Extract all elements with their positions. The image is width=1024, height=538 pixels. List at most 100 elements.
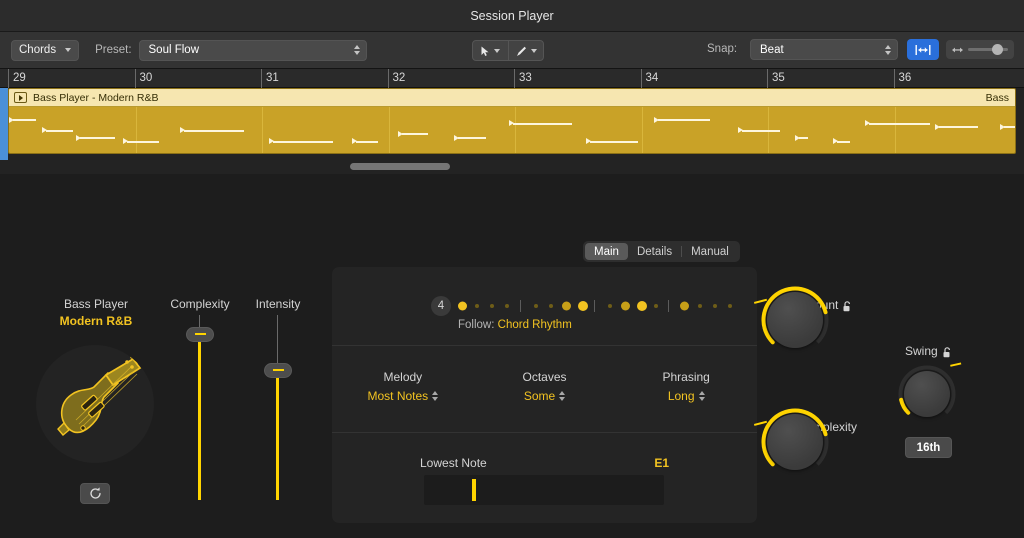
slider-handle[interactable] <box>186 326 214 342</box>
region-track-label: Bass <box>985 91 1009 104</box>
zoom-knob[interactable] <box>992 44 1003 55</box>
parameter-row: Melody Most Notes Octaves Some Phrasing … <box>332 370 757 405</box>
region-header[interactable]: Bass Player - Modern R&B Bass <box>9 89 1015 107</box>
lock-open-icon[interactable] <box>843 300 852 312</box>
midi-note-head <box>122 138 128 145</box>
chords-button[interactable]: Chords <box>11 39 80 61</box>
snap-label: Snap: <box>707 43 738 55</box>
beat-count-badge[interactable]: 4 <box>431 296 451 316</box>
lowest-note-slider[interactable] <box>424 475 664 505</box>
knob-body[interactable] <box>904 371 950 417</box>
ruler-bar-32: 32 <box>387 69 405 88</box>
ruler-bar-33: 33 <box>514 69 532 88</box>
rhythm-dot[interactable] <box>654 304 658 308</box>
region-play-icon[interactable] <box>14 92 27 103</box>
slider-handle[interactable] <box>264 362 292 378</box>
rhythm-dot[interactable] <box>578 301 588 311</box>
rhythm-dot[interactable] <box>458 301 467 311</box>
rhythm-dot[interactable] <box>562 301 571 311</box>
follow-prefix: Follow: <box>458 319 495 331</box>
lowest-note-thumb[interactable] <box>472 479 476 501</box>
rhythm-dot[interactable] <box>475 304 479 308</box>
session-player-region[interactable]: Bass Player - Modern R&B Bass <box>8 88 1016 154</box>
knob-body[interactable] <box>767 292 823 348</box>
midi-note-head <box>737 127 743 134</box>
follow-value[interactable]: Chord Rhythm <box>498 319 572 331</box>
phrasing-value-stepper[interactable]: Long <box>668 389 705 403</box>
snap-select[interactable]: Beat <box>750 39 898 60</box>
track-selection-edge <box>0 88 8 160</box>
melody-param: Melody Most Notes <box>332 370 474 405</box>
rhythm-dot[interactable] <box>728 304 732 308</box>
melody-value-stepper[interactable]: Most Notes <box>367 389 439 403</box>
midi-note-head <box>653 116 659 123</box>
zoom-track[interactable] <box>968 44 1008 55</box>
player-preset: Modern R&B <box>59 314 133 328</box>
knob-body[interactable] <box>767 414 823 470</box>
pointer-tool-button[interactable] <box>473 41 508 60</box>
rhythm-dot[interactable] <box>505 304 509 308</box>
rhythm-dot[interactable] <box>608 304 612 308</box>
horizontal-scrollbar[interactable] <box>0 160 1024 174</box>
midi-note-head <box>351 138 357 145</box>
scrollbar-thumb[interactable] <box>350 163 450 170</box>
midi-note <box>458 137 486 139</box>
bass-guitar-icon <box>57 355 142 436</box>
midi-note-head <box>180 127 186 134</box>
midi-note-head <box>864 120 870 127</box>
swing-division-button[interactable]: 16th <box>905 437 952 458</box>
pencil-tool-button[interactable] <box>508 41 543 60</box>
preset-select[interactable]: Soul Flow <box>138 39 367 61</box>
stepper-icon <box>698 391 705 401</box>
beat-separator <box>594 300 595 312</box>
chevron-updown-icon <box>353 45 360 55</box>
lock-open-icon[interactable] <box>943 346 952 358</box>
swing-knob[interactable] <box>897 362 961 424</box>
rhythm-dot[interactable] <box>637 301 647 311</box>
rhythm-dot[interactable] <box>534 304 538 308</box>
midi-note <box>46 129 73 132</box>
preset-label: Preset: <box>95 44 132 56</box>
snap-to-grid-toggle[interactable] <box>907 39 939 60</box>
swing-label: Swing <box>905 344 952 358</box>
octaves-value-stepper[interactable]: Some <box>523 389 566 403</box>
snap-value: Beat <box>760 43 784 56</box>
zoom-slider[interactable] <box>946 40 1014 59</box>
timeline-ruler[interactable]: 29 30 31 32 33 34 35 36 <box>0 69 1024 88</box>
regenerate-button[interactable] <box>80 483 110 504</box>
phrasing-label: Phrasing <box>662 370 710 384</box>
ruler-bar-36: 36 <box>893 69 911 88</box>
region-title: Bass Player - Modern R&B <box>33 91 159 104</box>
horizontal-resize-icon <box>952 47 963 52</box>
rhythm-dot[interactable] <box>621 301 630 311</box>
octaves-value: Some <box>523 389 556 403</box>
slider-track-filled <box>276 369 279 500</box>
rhythm-dot[interactable] <box>713 304 717 308</box>
fill-complexity-knob[interactable] <box>754 407 830 477</box>
player-artwork[interactable] <box>36 345 154 463</box>
rhythm-dot[interactable] <box>680 301 689 311</box>
tab-main[interactable]: Main <box>585 243 628 260</box>
midi-note-head <box>833 138 839 145</box>
complexity-label: Complexity <box>170 297 230 311</box>
tab-manual[interactable]: Manual <box>682 243 738 260</box>
tab-details[interactable]: Details <box>628 243 681 260</box>
midi-note-head <box>76 134 82 141</box>
midi-note <box>589 140 639 143</box>
rhythm-dot[interactable] <box>490 304 494 308</box>
lowest-note-value: E1 <box>654 456 669 470</box>
ruler-bar-35: 35 <box>767 69 785 88</box>
tab-manual-label: Manual <box>691 245 729 258</box>
chevron-down-icon <box>530 49 537 53</box>
midi-note-head <box>454 134 460 141</box>
complexity-slider[interactable] <box>180 315 220 500</box>
rhythm-dot[interactable] <box>698 304 702 308</box>
fill-amount-knob[interactable] <box>754 285 830 355</box>
midi-note <box>939 126 978 129</box>
midi-note-head <box>508 120 514 127</box>
intensity-slider[interactable] <box>258 315 298 500</box>
rhythm-dot[interactable] <box>549 304 553 308</box>
pointer-icon <box>481 46 489 56</box>
panel-divider <box>332 432 757 433</box>
octaves-label: Octaves <box>522 370 567 384</box>
